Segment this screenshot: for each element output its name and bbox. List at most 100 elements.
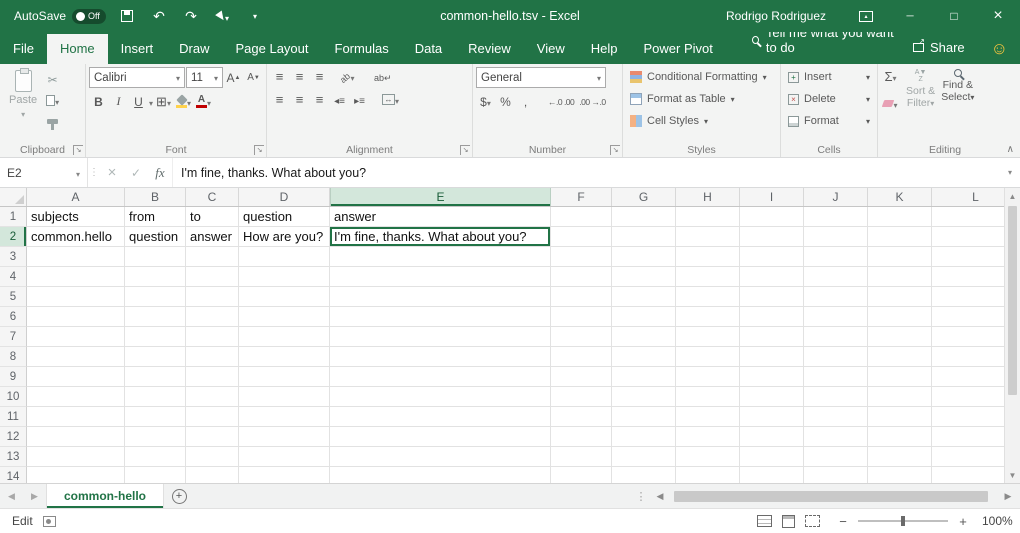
cell-I5[interactable] [740,287,804,307]
insert-cells-button[interactable]: +Insert [784,67,874,87]
borders-button[interactable] [154,92,173,111]
cell-K7[interactable] [868,327,932,347]
cell-E11[interactable] [330,407,551,427]
tab-power-pivot[interactable]: Power Pivot [631,34,726,64]
share-button[interactable]: Share [899,40,979,64]
align-bottom-button[interactable] [310,67,329,86]
new-sheet-button[interactable]: + [164,484,194,508]
cell-C2[interactable]: answer [186,227,239,247]
vertical-scroll-thumb[interactable] [1008,206,1017,395]
cell-G13[interactable] [612,447,676,467]
autosum-button[interactable]: Σ [881,67,900,86]
cell-C8[interactable] [186,347,239,367]
cell-I2[interactable] [740,227,804,247]
redo-button[interactable]: ↷ [180,5,202,27]
tab-draw[interactable]: Draw [166,34,222,64]
fill-color-button[interactable] [174,92,193,111]
row-header-14[interactable]: 14 [0,467,27,483]
column-header-B[interactable]: B [125,188,186,206]
clear-button[interactable] [881,94,900,113]
row-header-5[interactable]: 5 [0,287,27,307]
name-box[interactable]: E2 [0,158,88,187]
cell-I10[interactable] [740,387,804,407]
column-header-A[interactable]: A [27,188,125,206]
cell-D3[interactable] [239,247,330,267]
cell-K6[interactable] [868,307,932,327]
increase-indent-button[interactable] [350,90,369,109]
cell-I8[interactable] [740,347,804,367]
decrease-decimal-button[interactable]: .00 →.0 [577,92,607,111]
cell-I9[interactable] [740,367,804,387]
vertical-scroll-track[interactable] [1005,204,1020,467]
cell-H10[interactable] [676,387,740,407]
cell-F12[interactable] [551,427,612,447]
cell-C5[interactable] [186,287,239,307]
cell-B12[interactable] [125,427,186,447]
cell-J1[interactable] [804,207,868,227]
cell-B14[interactable] [125,467,186,483]
conditional-formatting-button[interactable]: Conditional Formatting [626,67,777,87]
cell-D11[interactable] [239,407,330,427]
column-header-I[interactable]: I [740,188,804,206]
cell-styles-button[interactable]: Cell Styles [626,111,777,131]
cell-A3[interactable] [27,247,125,267]
cell-H13[interactable] [676,447,740,467]
cell-J11[interactable] [804,407,868,427]
zoom-slider-thumb[interactable] [901,516,905,526]
cell-H11[interactable] [676,407,740,427]
macro-record-icon[interactable] [43,516,56,527]
italic-button[interactable]: I [109,92,128,111]
cell-H3[interactable] [676,247,740,267]
cell-J13[interactable] [804,447,868,467]
cell-K1[interactable] [868,207,932,227]
cell-I12[interactable] [740,427,804,447]
row-header-1[interactable]: 1 [0,207,27,227]
cell-G4[interactable] [612,267,676,287]
cell-A2[interactable]: common.hello [27,227,125,247]
percent-style-button[interactable]: % [496,92,515,111]
cell-A14[interactable] [27,467,125,483]
cell-J12[interactable] [804,427,868,447]
cell-C6[interactable] [186,307,239,327]
cell-B10[interactable] [125,387,186,407]
cell-I11[interactable] [740,407,804,427]
normal-view-icon[interactable] [757,515,772,527]
cell-D9[interactable] [239,367,330,387]
cell-J4[interactable] [804,267,868,287]
cell-J7[interactable] [804,327,868,347]
cell-D8[interactable] [239,347,330,367]
customize-qat-button[interactable] [244,5,266,27]
cell-B2[interactable]: question [125,227,186,247]
cell-B7[interactable] [125,327,186,347]
cell-G10[interactable] [612,387,676,407]
clipboard-dialog-launcher[interactable] [73,145,83,155]
cell-A10[interactable] [27,387,125,407]
align-center-button[interactable] [290,90,309,109]
number-format-combo[interactable]: General [476,67,606,88]
cell-F14[interactable] [551,467,612,483]
format-painter-button[interactable] [43,112,62,131]
align-left-button[interactable] [270,90,289,109]
cell-J2[interactable] [804,227,868,247]
cell-A8[interactable] [27,347,125,367]
font-dialog-launcher[interactable] [254,145,264,155]
column-header-H[interactable]: H [676,188,740,206]
cell-J3[interactable] [804,247,868,267]
cell-K12[interactable] [868,427,932,447]
cell-C7[interactable] [186,327,239,347]
cell-E9[interactable] [330,367,551,387]
scroll-left-arrow[interactable] [650,491,670,502]
column-header-C[interactable]: C [186,188,239,206]
cell-E12[interactable] [330,427,551,447]
cell-E7[interactable] [330,327,551,347]
sort-filter-button[interactable]: A▼ Z Sort &Filter [904,67,937,142]
cell-C9[interactable] [186,367,239,387]
cell-A9[interactable] [27,367,125,387]
cell-A5[interactable] [27,287,125,307]
cell-K8[interactable] [868,347,932,367]
delete-cells-button[interactable]: ×Delete [784,89,874,109]
cell-F5[interactable] [551,287,612,307]
cell-I4[interactable] [740,267,804,287]
cell-A13[interactable] [27,447,125,467]
expand-formula-bar-button[interactable] [1000,158,1020,187]
